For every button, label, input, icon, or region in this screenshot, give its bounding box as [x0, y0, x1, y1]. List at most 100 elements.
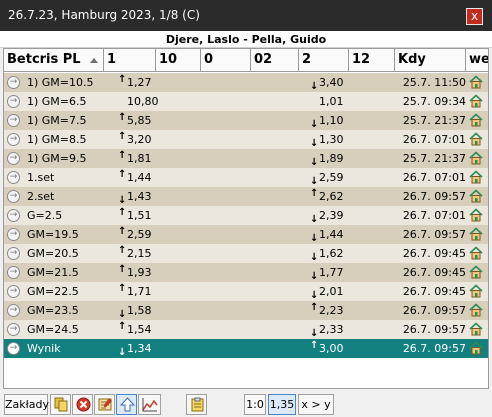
home-icon[interactable]: [469, 170, 483, 184]
odds-2-cell[interactable]: ↑3,00: [310, 339, 370, 359]
column-header-02[interactable]: 02: [251, 49, 299, 71]
odds-2-value: 2,33: [319, 323, 344, 336]
odds-2-cell[interactable]: ↑2,62: [310, 187, 370, 207]
home-icon[interactable]: [469, 246, 483, 260]
home-icon[interactable]: [469, 303, 483, 317]
go-arrow-icon[interactable]: →: [7, 114, 20, 127]
close-button[interactable]: x: [466, 8, 483, 25]
odds-2-cell[interactable]: 1,01: [310, 92, 370, 111]
odds-1-cell[interactable]: ↑1,71: [118, 282, 178, 302]
table-row[interactable]: → 1) GM=7.5 ↑5,85 ↓1,10 25.7. 21:37: [4, 111, 488, 131]
go-arrow-icon[interactable]: →: [7, 342, 20, 355]
column-header-10[interactable]: 10: [156, 49, 201, 71]
odds-2-cell[interactable]: ↓2,59: [310, 168, 370, 188]
odds-1-cell[interactable]: ↓1,58: [118, 301, 178, 321]
odds-1-cell[interactable]: ↑3,20: [118, 130, 178, 150]
go-arrow-icon[interactable]: →: [7, 95, 20, 108]
zaklady-button[interactable]: Zakłady: [4, 394, 49, 415]
column-header-betcris-pl[interactable]: Betcris PL: [4, 49, 104, 71]
odds-1-cell[interactable]: ↑1,44: [118, 168, 178, 188]
odds-1-cell[interactable]: 10,80: [118, 92, 178, 111]
note-button[interactable]: [94, 394, 115, 415]
delete-button[interactable]: [72, 394, 93, 415]
odds-2-cell[interactable]: ↓2,33: [310, 320, 370, 340]
odds-1-cell[interactable]: ↓1,43: [118, 187, 178, 207]
column-header-12[interactable]: 12: [349, 49, 395, 71]
odds-2-cell[interactable]: ↓1,44: [310, 225, 370, 245]
delete-icon: [76, 397, 91, 412]
odds-1-cell[interactable]: ↑5,85: [118, 111, 178, 131]
table-row[interactable]: → 1.set ↑1,44 ↓2,59 26.7. 07:01: [4, 168, 488, 188]
column-header-we[interactable]: we: [466, 49, 488, 71]
go-arrow-icon[interactable]: →: [7, 323, 20, 336]
table-row[interactable]: → Wynik ↓1,34 ↑3,00 26.7. 09:57: [4, 339, 488, 359]
home-icon[interactable]: [469, 132, 483, 146]
odds-1-cell[interactable]: ↑1,51: [118, 206, 178, 226]
odds-2-cell[interactable]: ↓1,10: [310, 111, 370, 131]
go-arrow-icon[interactable]: →: [7, 209, 20, 222]
odds-1-cell[interactable]: ↑1,54: [118, 320, 178, 340]
copy-icon: [54, 397, 68, 412]
odds-1-cell[interactable]: ↑2,15: [118, 244, 178, 264]
home-icon[interactable]: [469, 322, 483, 336]
go-arrow-icon[interactable]: →: [7, 133, 20, 146]
odds-1-cell[interactable]: ↓1,34: [118, 339, 178, 359]
table-row[interactable]: → GM=19.5 ↑2,59 ↓1,44 26.7. 09:57: [4, 225, 488, 245]
home-icon[interactable]: [469, 341, 483, 355]
table-row[interactable]: → GM=22.5 ↑1,71 ↓2,01 26.7. 09:45: [4, 282, 488, 302]
table-row[interactable]: → 1) GM=10.5 ↑1,27 ↓3,40 25.7. 11:50: [4, 73, 488, 93]
odds-2-cell[interactable]: ↓3,40: [310, 73, 370, 93]
go-arrow-icon[interactable]: →: [7, 171, 20, 184]
odds-button[interactable]: 1,35: [268, 394, 296, 415]
copy-button[interactable]: [50, 394, 71, 415]
home-icon[interactable]: [469, 94, 483, 108]
odds-2-cell[interactable]: ↓2,39: [310, 206, 370, 226]
go-arrow-icon[interactable]: →: [7, 228, 20, 241]
table-row[interactable]: → 1) GM=9.5 ↑1,81 ↓1,89 25.7. 21:37: [4, 149, 488, 169]
home-icon[interactable]: [469, 265, 483, 279]
table-row[interactable]: → GM=24.5 ↑1,54 ↓2,33 26.7. 09:57: [4, 320, 488, 340]
go-arrow-icon[interactable]: →: [7, 190, 20, 203]
table-row[interactable]: → G=2.5 ↑1,51 ↓2,39 26.7. 07:01: [4, 206, 488, 226]
table-row[interactable]: → 2.set ↓1,43 ↑2,62 26.7. 09:57: [4, 187, 488, 207]
go-arrow-icon[interactable]: →: [7, 285, 20, 298]
update-time: 25.7. 21:37: [402, 114, 466, 127]
odds-2-cell[interactable]: ↓1,89: [310, 149, 370, 169]
odds-2-cell[interactable]: ↓1,30: [310, 130, 370, 150]
compare-button[interactable]: x > y: [298, 394, 334, 415]
column-header-0[interactable]: 0: [201, 49, 251, 71]
home-icon[interactable]: [469, 208, 483, 222]
home-icon[interactable]: [469, 189, 483, 203]
odds-2-cell[interactable]: ↓1,62: [310, 244, 370, 264]
table-row[interactable]: → 1) GM=8.5 ↑3,20 ↓1,30 26.7. 07:01: [4, 130, 488, 150]
table-row[interactable]: → 1) GM=6.5 10,80 1,01 25.7. 09:34: [4, 92, 488, 111]
go-arrow-icon[interactable]: →: [7, 247, 20, 260]
up-arrow-button[interactable]: [116, 394, 137, 415]
odds-2-cell[interactable]: ↓1,77: [310, 263, 370, 283]
go-arrow-icon[interactable]: →: [7, 76, 20, 89]
clipboard-button[interactable]: [186, 394, 207, 415]
odds-1-cell[interactable]: ↑1,27: [118, 73, 178, 93]
table-row[interactable]: → GM=21.5 ↑1,93 ↓1,77 26.7. 09:45: [4, 263, 488, 283]
go-arrow-icon[interactable]: →: [7, 304, 20, 317]
home-icon[interactable]: [469, 113, 483, 127]
home-icon[interactable]: [469, 151, 483, 165]
odds-2-cell[interactable]: ↑2,23: [310, 301, 370, 321]
table-row[interactable]: → GM=20.5 ↑2,15 ↓1,62 26.7. 09:45: [4, 244, 488, 264]
go-arrow-icon[interactable]: →: [7, 152, 20, 165]
odds-1-cell[interactable]: ↑1,81: [118, 149, 178, 169]
odds-1-cell[interactable]: ↑2,59: [118, 225, 178, 245]
rising-arrow-icon: ↑: [118, 131, 127, 142]
chart-button[interactable]: [138, 394, 161, 415]
home-icon[interactable]: [469, 227, 483, 241]
go-arrow-icon[interactable]: →: [7, 266, 20, 279]
home-icon[interactable]: [469, 75, 483, 89]
column-header-2[interactable]: 2: [299, 49, 349, 71]
table-row[interactable]: → GM=23.5 ↓1,58 ↑2,23 26.7. 09:57: [4, 301, 488, 321]
home-icon[interactable]: [469, 284, 483, 298]
column-header-kdy[interactable]: Kdy: [395, 49, 466, 71]
ratio-button[interactable]: 1:0: [244, 394, 266, 415]
column-header-1[interactable]: 1: [104, 49, 156, 71]
odds-2-cell[interactable]: ↓2,01: [310, 282, 370, 302]
odds-1-cell[interactable]: ↑1,93: [118, 263, 178, 283]
